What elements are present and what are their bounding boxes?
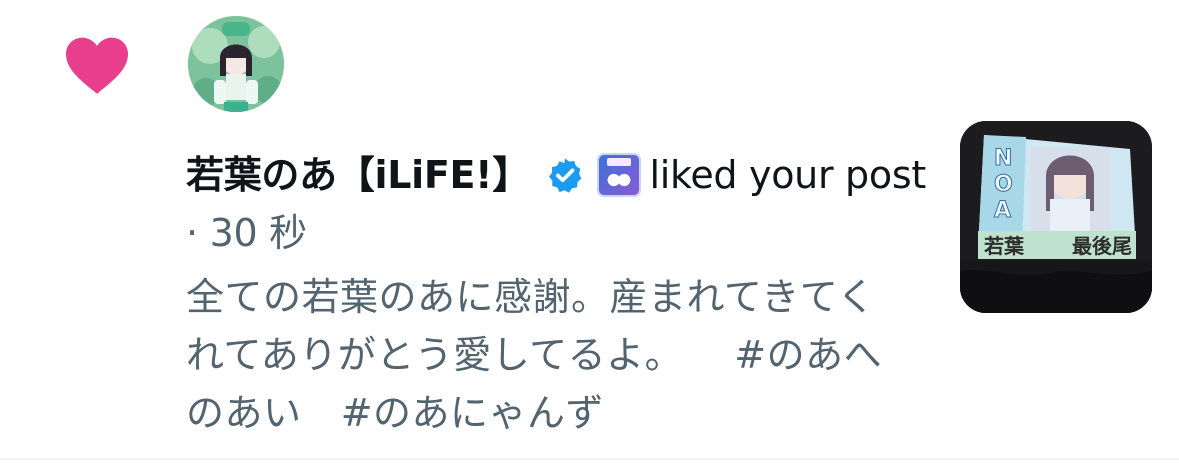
hashtag-link[interactable]: #のあにゃんず <box>341 391 604 435</box>
notification-headline: 若葉のあ【iLiFE!】 liked your post · 30 秒 <box>186 146 926 262</box>
thumbnail-image: N O A 若葉 最後尾 <box>960 121 1152 313</box>
affiliate-badge-icon[interactable] <box>597 153 642 197</box>
post-text: 全ての若葉のあに感謝。産まれてきてくれてありがとう愛してるよ。 #のあへのあい … <box>186 268 906 442</box>
thumbnail-vertical-text: A <box>994 198 1011 223</box>
action-text: liked your post <box>649 153 926 197</box>
separator-dot: · <box>186 211 198 255</box>
thumbnail-vertical-text: N <box>994 146 1012 171</box>
avatar[interactable] <box>188 16 284 112</box>
thumbnail-banner-text: 若葉 <box>983 234 1025 258</box>
thumbnail-banner-text: 最後尾 <box>1072 234 1132 258</box>
heart-icon <box>66 37 128 94</box>
post-thumbnail[interactable]: N O A 若葉 最後尾 <box>960 121 1152 313</box>
thumbnail-vertical-text: O <box>994 172 1013 197</box>
timestamp: 30 秒 <box>209 211 308 255</box>
divider <box>0 458 1179 460</box>
verified-badge-icon <box>548 158 582 193</box>
user-name[interactable]: 若葉のあ【iLiFE!】 <box>186 153 530 197</box>
like-notification[interactable]: 若葉のあ【iLiFE!】 liked your post · 30 秒 全ての若… <box>0 0 1179 460</box>
